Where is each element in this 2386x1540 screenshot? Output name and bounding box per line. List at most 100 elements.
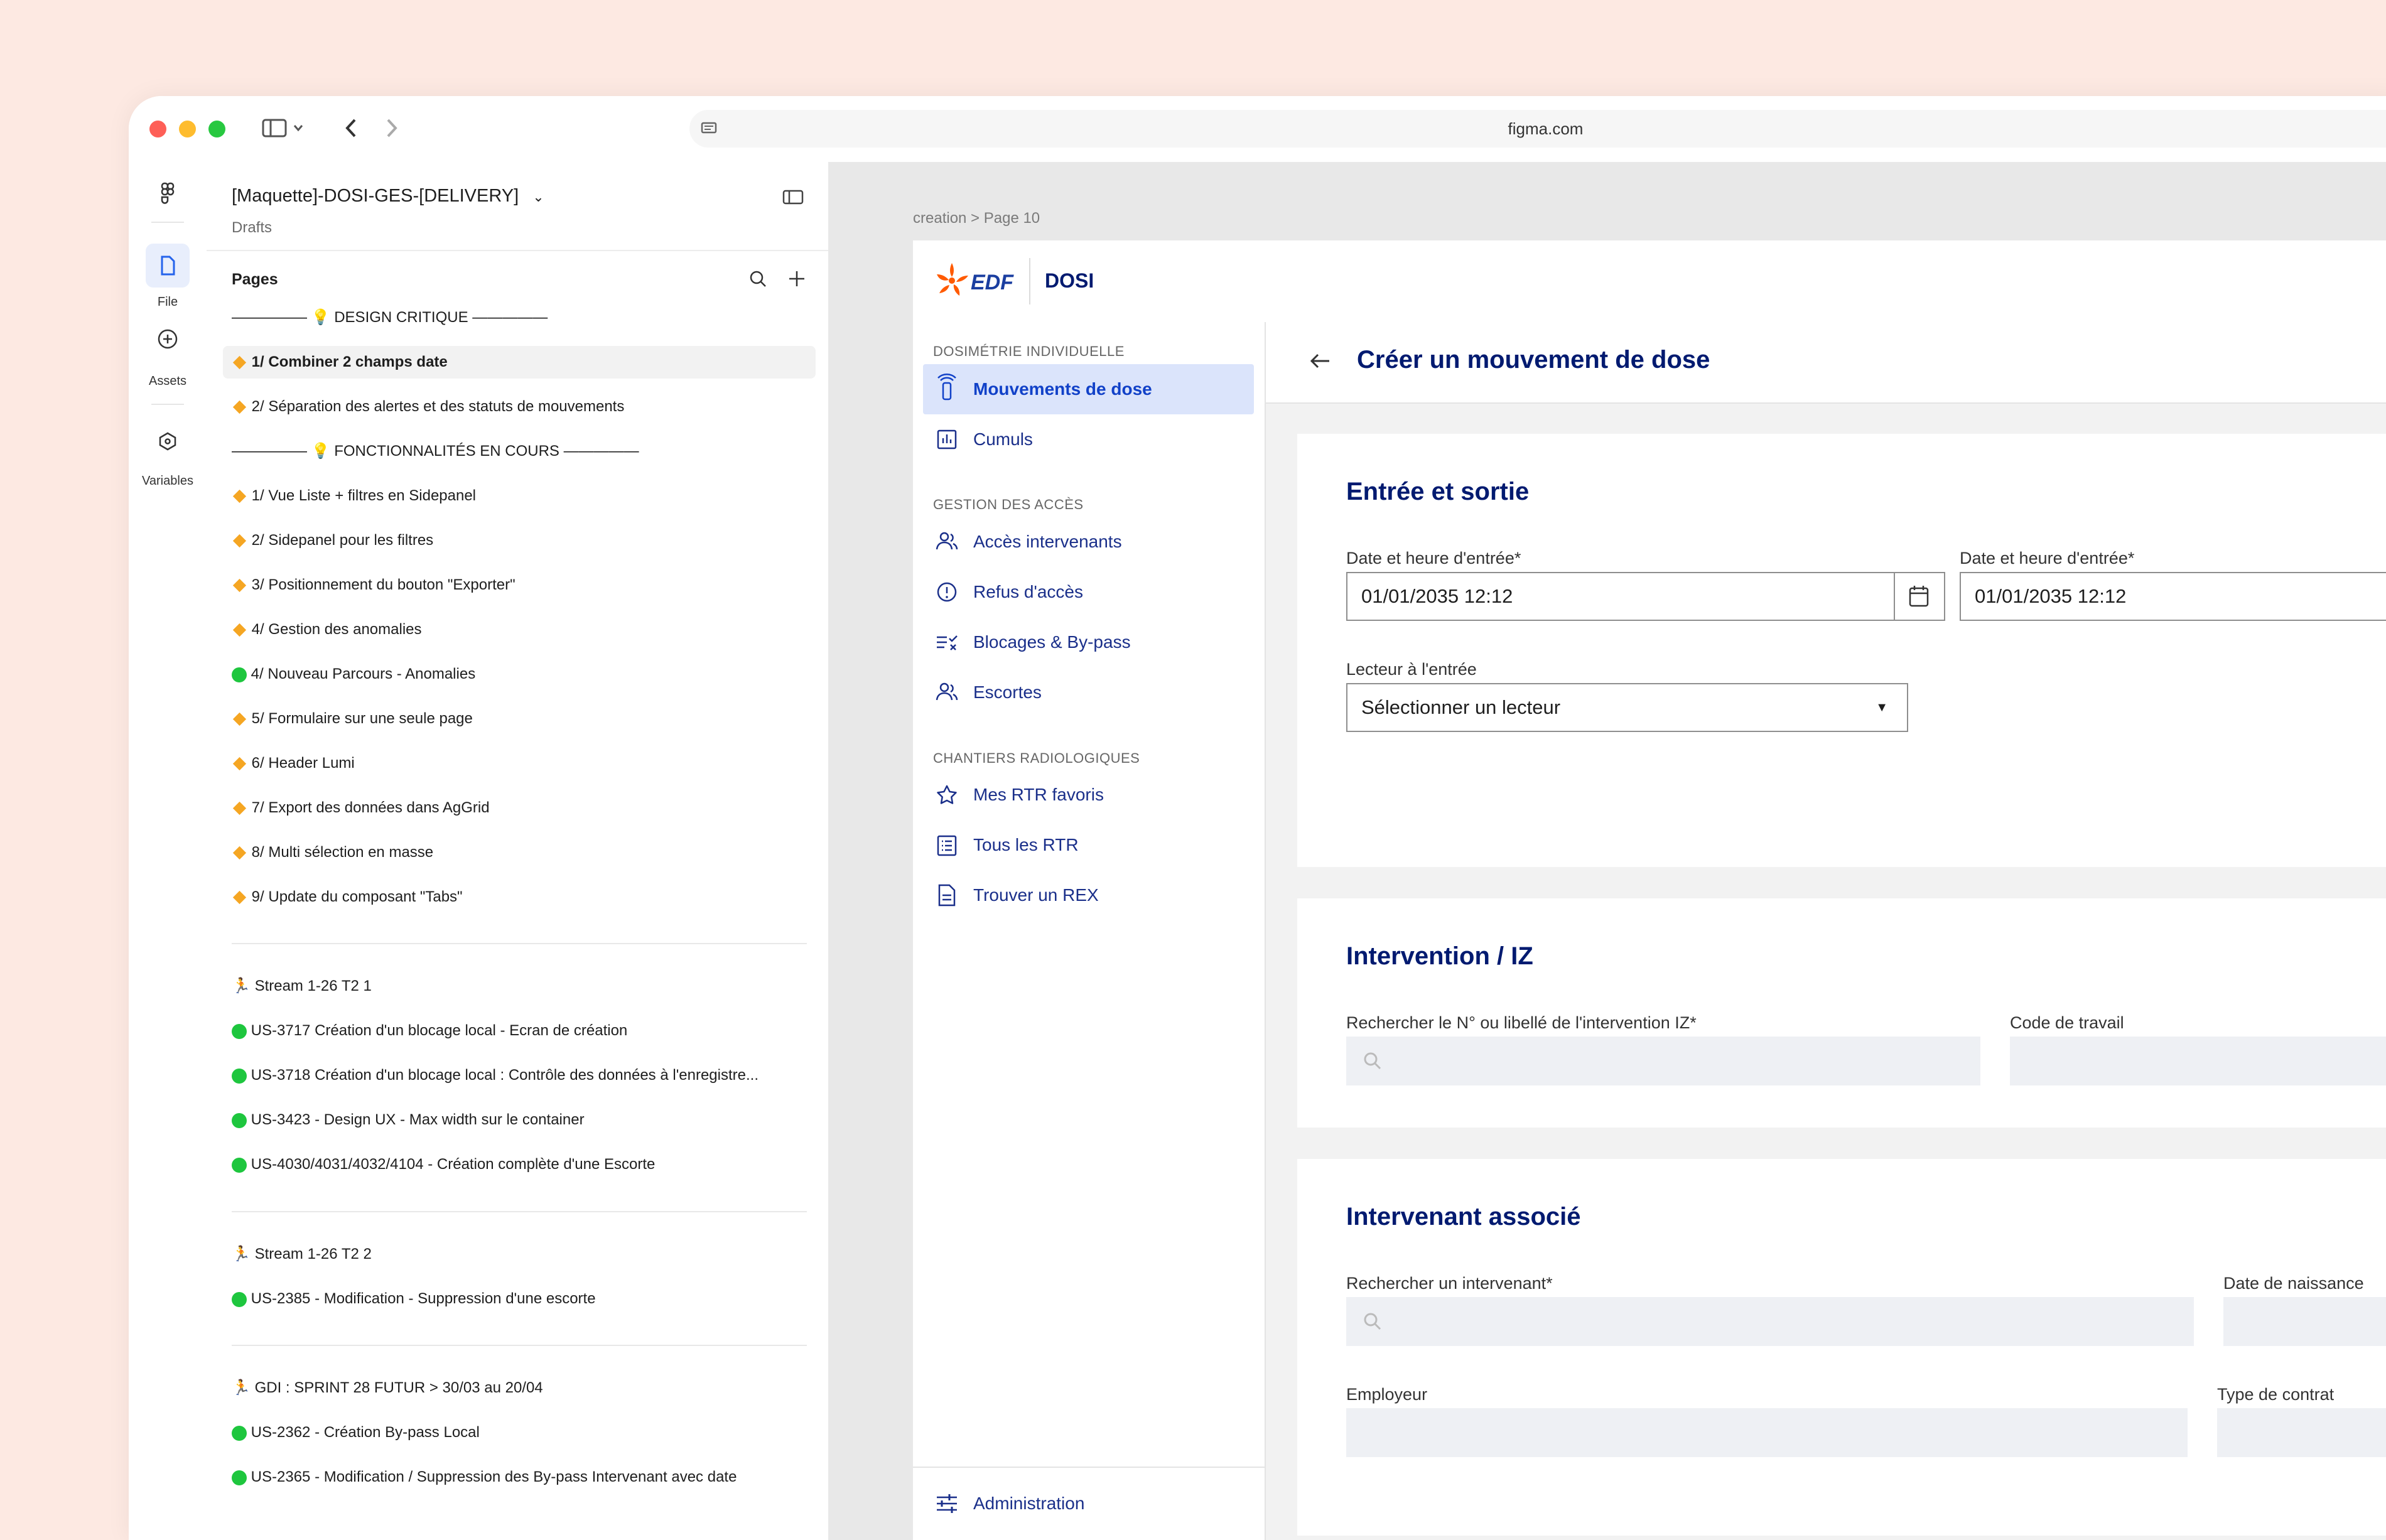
users-icon — [933, 667, 961, 737]
status-diamond-icon — [232, 534, 247, 548]
date-in-label: Date et heure d'entrée* — [1346, 549, 1521, 568]
date-in-input[interactable]: 01/01/2035 12:12 — [1346, 572, 1945, 621]
page-item[interactable]: 5/ Formulaire sur une seule page — [232, 703, 816, 735]
status-diamond-icon — [232, 623, 247, 637]
search-icon — [1364, 1052, 1381, 1069]
app-header: EDF DOSI — [913, 240, 2386, 323]
page-item[interactable]: ————— 💡 FONCTIONNALITÉS EN COURS ————— — [232, 435, 816, 468]
birth-date-input[interactable] — [2223, 1297, 2386, 1346]
sidebar-toggle-icon[interactable] — [259, 112, 310, 147]
file-label: File — [157, 295, 178, 309]
status-green-icon — [232, 1068, 247, 1084]
page-item[interactable]: US-2365 - Modification / Suppression des… — [232, 1461, 816, 1494]
status-green-icon — [232, 1291, 247, 1307]
runner-icon: 🏃 — [232, 1246, 251, 1263]
calendar-icon[interactable] — [1894, 573, 1944, 620]
reader-select[interactable]: Sélectionner un lecteur ▼ — [1346, 683, 1908, 732]
nav-item-cumuls[interactable]: Cumuls — [923, 414, 1254, 465]
status-green-icon — [232, 1470, 247, 1485]
page-item[interactable]: 🏃 Stream 1-26 T2 2 — [232, 1238, 816, 1271]
document-icon — [933, 870, 961, 940]
nav-item-tous-rtr[interactable]: Tous les RTR — [923, 820, 1254, 870]
nav-item-rtr-favoris[interactable]: Mes RTR favoris — [923, 770, 1254, 820]
page-item[interactable]: US-2362 - Création By-pass Local — [232, 1416, 816, 1449]
page-item[interactable]: US-4030/4031/4032/4104 - Création complè… — [232, 1148, 816, 1181]
page-item[interactable]: 9/ Update du composant "Tabs" — [232, 881, 816, 913]
page-item[interactable]: US-3717 Création d'un blocage local - Ec… — [232, 1015, 816, 1047]
minimize-window-button[interactable] — [179, 121, 196, 137]
add-page-icon[interactable] — [785, 267, 808, 293]
nav-item-refus[interactable]: Refus d'accès — [923, 567, 1254, 617]
page-item[interactable]: 4/ Gestion des anomalies — [232, 613, 816, 646]
file-tab[interactable] — [146, 244, 190, 288]
back-arrow-icon[interactable] — [1307, 347, 1334, 381]
status-diamond-icon — [232, 802, 247, 816]
page-item[interactable]: 1/ Vue Liste + filtres en Sidepanel — [232, 480, 816, 512]
figma-canvas[interactable]: creation > Page 10 EDF DOSI DOSIMÉTRIE I… — [828, 162, 2386, 1540]
figma-logo-icon[interactable] — [155, 181, 180, 209]
status-diamond-icon — [232, 401, 247, 414]
pages-heading: Pages — [232, 271, 278, 288]
nav-item-blocages[interactable]: Blocages & By-pass — [923, 617, 1254, 667]
file-title[interactable]: [Maquette]-DOSI-GES-[DELIVERY] ⌄ — [232, 186, 544, 207]
panel-toggle-icon[interactable] — [780, 185, 806, 213]
product-name: DOSI — [1045, 269, 1094, 292]
employer-input[interactable] — [1346, 1408, 2188, 1457]
back-nav-icon[interactable] — [336, 112, 367, 147]
page-item[interactable]: 6/ Header Lumi — [232, 747, 816, 780]
nav-item-acces[interactable]: Accès intervenants — [923, 517, 1254, 567]
nav-item-administration[interactable]: Administration — [923, 1478, 1254, 1529]
worker-search-input[interactable] — [1346, 1297, 2194, 1346]
caret-down-icon: ▼ — [1876, 701, 1888, 714]
maximize-window-button[interactable] — [208, 121, 225, 137]
section-title: Intervenant associé — [1346, 1203, 1581, 1230]
runner-icon: 🏃 — [232, 1379, 251, 1396]
settings-sliders-icon — [933, 1478, 961, 1540]
contract-type-label: Type de contrat — [2217, 1385, 2335, 1404]
work-code-input[interactable] — [2010, 1037, 2386, 1085]
page-item[interactable]: 4/ Nouveau Parcours - Anomalies — [232, 658, 816, 691]
worker-search-label: Rechercher un intervenant* — [1346, 1274, 1553, 1293]
page-item[interactable]: 7/ Export des données dans AgGrid — [232, 792, 816, 824]
forward-nav-icon[interactable] — [375, 112, 407, 147]
page-item[interactable]: US-3423 - Design UX - Max width sur le c… — [232, 1104, 816, 1136]
page-item[interactable]: US-3718 Création d'un blocage local : Co… — [232, 1059, 816, 1092]
reader-label: Lecteur à l'entrée — [1346, 660, 1477, 679]
nav-section-label: CHANTIERS RADIOLOGIQUES — [933, 750, 1140, 766]
variables-label: Variables — [142, 474, 193, 488]
close-window-button[interactable] — [149, 121, 166, 137]
page-item[interactable]: ————— 💡 DESIGN CRITIQUE ————— — [232, 301, 816, 334]
status-diamond-icon — [232, 713, 247, 726]
assets-label: Assets — [148, 374, 187, 388]
chevron-down-icon[interactable]: ⌄ — [532, 189, 544, 205]
employer-label: Employeur — [1346, 1385, 1428, 1404]
intervention-search-input[interactable] — [1346, 1037, 1980, 1085]
page-title: Créer un mouvement de dose — [1357, 346, 1710, 374]
nav-item-rex[interactable]: Trouver un REX — [923, 870, 1254, 920]
page-item[interactable]: 🏃 GDI : SPRINT 28 FUTUR > 30/03 au 20/04 — [232, 1372, 816, 1404]
side-nav: DOSIMÉTRIE INDIVIDUELLE Mouvements de do… — [913, 322, 1266, 1540]
date-out-input[interactable]: 01/01/2035 12:12 — [1960, 572, 2386, 621]
status-diamond-icon — [232, 757, 247, 771]
nav-item-mouvements[interactable]: Mouvements de dose — [923, 364, 1254, 414]
page-item[interactable]: 2/ Séparation des alertes et des statuts… — [232, 390, 816, 423]
section-intervention: Intervention / IZ Rechercher le N° ou li… — [1297, 898, 2386, 1128]
variables-icon[interactable] — [155, 429, 180, 457]
page-item[interactable]: 2/ Sidepanel pour les filtres — [232, 524, 816, 557]
page-item-selected[interactable]: 1/ Combiner 2 champs date — [223, 346, 816, 379]
status-diamond-icon — [232, 846, 247, 860]
status-green-icon — [232, 1023, 247, 1039]
date-out-label: Date et heure d'entrée* — [1960, 549, 2135, 568]
page-item[interactable]: 8/ Multi sélection en masse — [232, 836, 816, 869]
page-item[interactable]: US-2385 - Modification - Suppression d'u… — [232, 1283, 816, 1315]
file-icon — [161, 256, 175, 276]
figma-rail: File Assets Variables — [129, 162, 208, 1540]
page-item[interactable]: 🏃 Stream 1-26 T2 1 — [232, 970, 816, 1003]
nav-item-escortes[interactable]: Escortes — [923, 667, 1254, 718]
page-item[interactable]: 3/ Positionnement du bouton "Exporter" — [232, 569, 816, 601]
contract-type-input[interactable] — [2217, 1408, 2386, 1457]
search-pages-icon[interactable] — [747, 267, 769, 293]
status-diamond-icon — [232, 891, 247, 905]
assets-icon[interactable] — [155, 326, 180, 355]
address-bar[interactable]: figma.com — [689, 110, 2386, 148]
